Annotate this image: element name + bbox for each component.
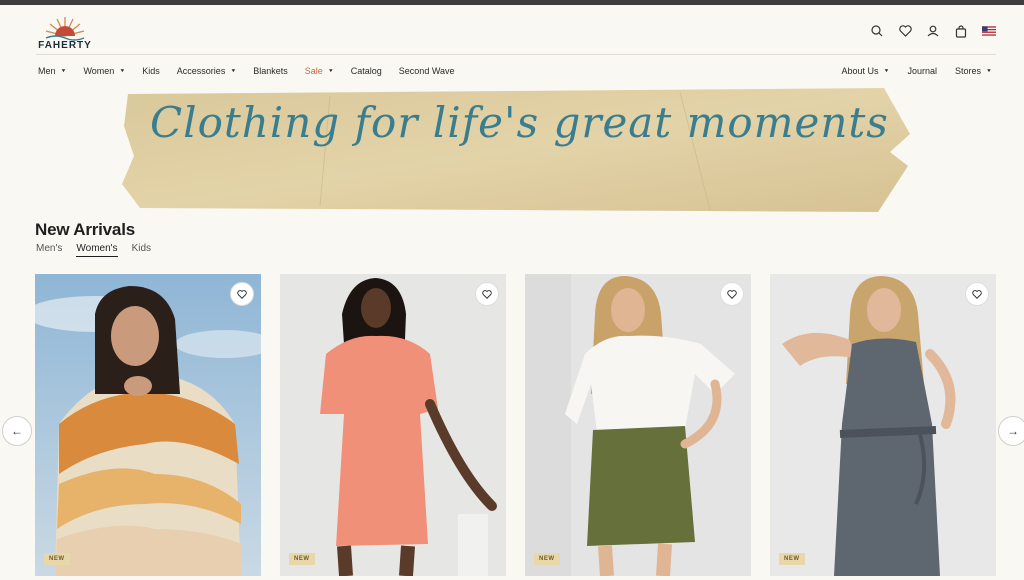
heart-icon	[972, 289, 982, 299]
nav-item-second-wave[interactable]: Second Wave	[399, 66, 455, 76]
header-divider	[36, 54, 996, 55]
nav-label: Sale	[304, 66, 323, 76]
search-icon[interactable]	[870, 24, 884, 38]
chevron-down-icon: ▼	[60, 68, 67, 74]
product-image	[35, 274, 261, 576]
wishlist-heart-button[interactable]	[965, 282, 989, 306]
wishlist-heart-button[interactable]	[720, 282, 744, 306]
nav-label: Blankets	[253, 66, 288, 76]
nav-item-blankets[interactable]: Blankets	[253, 66, 288, 76]
nav-label: Journal	[907, 66, 938, 76]
carousel-next-button[interactable]: →	[998, 416, 1024, 446]
nav-item-stores[interactable]: Stores ▼	[955, 66, 992, 76]
bag-icon[interactable]	[954, 24, 968, 38]
secondary-nav: About Us ▼ Journal Stores ▼	[824, 66, 992, 76]
chevron-down-icon: ▼	[230, 68, 237, 74]
heart-icon	[237, 289, 247, 299]
brand-logo[interactable]: FAHERTY	[38, 14, 92, 54]
hero-tagline: Clothing for life's great moments	[150, 98, 889, 147]
nav-label: Women	[83, 66, 115, 76]
nav-label: Catalog	[350, 66, 382, 76]
tab-kids[interactable]: Kids	[132, 243, 151, 257]
arrow-right-icon: →	[1007, 424, 1019, 438]
nav-label: Kids	[142, 66, 160, 76]
product-image	[280, 274, 506, 576]
section-title: New Arrivals	[35, 220, 135, 239]
product-card[interactable]: NEW	[770, 274, 996, 576]
main-nav: Men ▼ Women ▼ Kids Accessories ▼ Blankets S…	[38, 66, 472, 76]
chevron-down-icon: ▼	[883, 68, 890, 74]
nav-label: Men	[38, 66, 56, 76]
new-badge: NEW	[289, 553, 315, 565]
nav-item-sale[interactable]: Sale ▼	[305, 66, 334, 76]
arrow-left-icon: ←	[11, 424, 23, 438]
category-tabs: Men's Women's Kids	[36, 243, 151, 257]
account-icon[interactable]	[926, 24, 940, 38]
nav-item-journal[interactable]: Journal	[908, 66, 938, 76]
heart-icon	[727, 289, 737, 299]
sunburst-icon	[45, 17, 85, 41]
nav-label: Second Wave	[398, 66, 455, 76]
heart-icon[interactable]	[898, 24, 912, 38]
nav-label: Accessories	[176, 66, 226, 76]
product-image	[770, 274, 996, 576]
new-badge: NEW	[779, 553, 805, 565]
top-strip	[0, 0, 1024, 5]
nav-item-catalog[interactable]: Catalog	[351, 66, 382, 76]
carousel-prev-button[interactable]: ←	[2, 416, 32, 446]
wishlist-heart-button[interactable]	[475, 282, 499, 306]
nav-item-women[interactable]: Women ▼	[83, 66, 125, 76]
heart-icon	[482, 289, 492, 299]
new-badge: NEW	[44, 553, 70, 565]
product-card[interactable]: NEW	[35, 274, 261, 576]
chevron-down-icon: ▼	[986, 68, 992, 74]
nav-item-kids[interactable]: Kids	[142, 66, 160, 76]
tab-mens[interactable]: Men's	[36, 243, 62, 257]
product-image	[525, 274, 751, 576]
chevron-down-icon: ▼	[119, 68, 126, 74]
nav-item-about-us[interactable]: About Us ▼	[842, 66, 890, 76]
wishlist-heart-button[interactable]	[230, 282, 254, 306]
us-flag-icon[interactable]	[982, 24, 996, 38]
utility-bar	[870, 24, 996, 38]
nav-label: About Us	[841, 66, 879, 76]
new-badge: NEW	[534, 553, 560, 565]
nav-item-accessories[interactable]: Accessories ▼	[177, 66, 236, 76]
chevron-down-icon: ▼	[327, 68, 334, 74]
product-card[interactable]: NEW	[525, 274, 751, 576]
product-card[interactable]: NEW	[280, 274, 506, 576]
nav-label: Stores	[955, 66, 982, 76]
nav-item-men[interactable]: Men ▼	[38, 66, 66, 76]
tab-womens[interactable]: Women's	[76, 243, 118, 257]
brand-name: FAHERTY	[38, 40, 92, 51]
